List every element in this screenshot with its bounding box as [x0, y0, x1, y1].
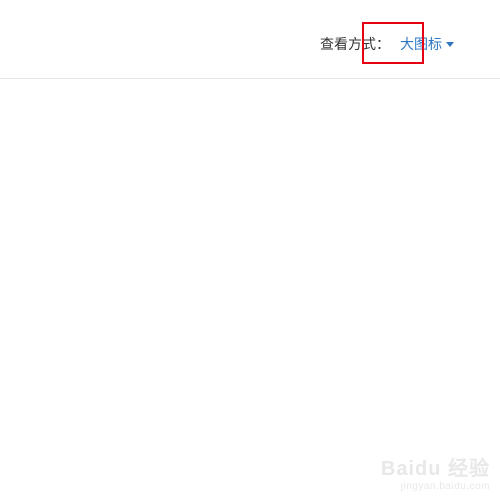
watermark: Baidu 经验 jingyan.baidu.com	[381, 459, 490, 492]
view-mode-label: 查看方式：	[320, 34, 390, 54]
view-mode-value: 大图标	[400, 34, 442, 54]
toolbar: 查看方式： 大图标	[0, 0, 500, 79]
content-area	[0, 79, 500, 499]
chevron-down-icon	[446, 42, 454, 47]
view-mode-dropdown[interactable]: 大图标	[392, 28, 462, 60]
watermark-brand: Baidu 经验	[381, 459, 490, 479]
watermark-url: jingyan.baidu.com	[381, 481, 490, 492]
